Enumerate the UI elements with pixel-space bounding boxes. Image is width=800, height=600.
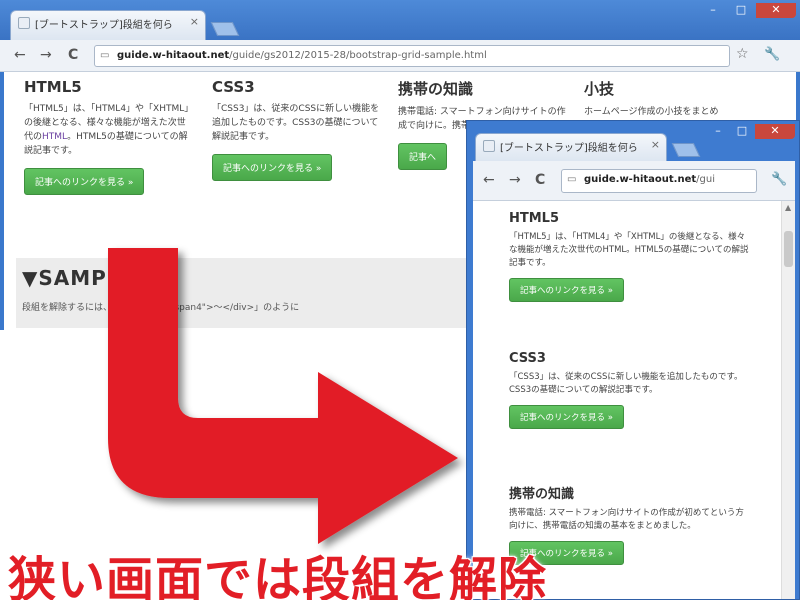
column-css3: CSS3 「CSS3」は、従来のCSSに新しい機能を追加したものです。CSS3の… (509, 351, 749, 429)
column-heading: 小技 (584, 80, 615, 98)
column-text: 「CSS3」は、従来のCSSに新しい機能を追加したものです。CSS3の基礎につい… (212, 104, 380, 142)
scroll-up-icon[interactable]: ▲ (785, 203, 791, 212)
back-arrow-icon[interactable]: ← (483, 172, 495, 188)
wide-tab-title: [ブートストラップ]段組を何ら (35, 20, 173, 31)
narrow-browser-window: [ブートストラップ]段組を何ら × – □ ✕ ← → C ▭ guide.w-… (466, 120, 800, 600)
sample-heading: ▼SAMPLE (22, 266, 136, 290)
column-heading: HTML5 (509, 211, 560, 226)
url-host: guide.w-hitaout.net (117, 50, 230, 61)
column-html5: HTML5 「HTML5」は、「HTML4」や「XHTML」の後継となる、様々な… (509, 211, 749, 302)
column-heading: HTML5 (24, 78, 82, 96)
forward-arrow-icon[interactable]: → (509, 172, 521, 188)
wide-toolbar: ← → C ▭ guide.w-hitaout.net/guide/gs2012… (0, 40, 800, 72)
narrow-toolbar: ← → C ▭ guide.w-hitaout.net/gui 🔧 (473, 161, 795, 201)
column-html5: HTML5 「HTML5」は、「HTML4」や「XHTML」の後継となる、様々な… (24, 78, 194, 195)
new-tab-button[interactable] (210, 22, 240, 36)
column-text: 携帯電話: スマートフォン向けサイトの作成が初めてという方向けに、携帯電話の知識… (509, 508, 744, 531)
narrow-address-bar[interactable]: ▭ guide.w-hitaout.net/gui (561, 169, 757, 193)
view-article-button[interactable]: 記事へのリンクを見る » (509, 278, 624, 302)
column-text: 「HTML5」は、「HTML4」や「XHTML」の後継となる、様々な機能が増えた… (24, 104, 194, 156)
caption-text: 狭い画面では段組を解除 (8, 552, 548, 600)
page-favicon-icon (483, 140, 495, 152)
view-article-button[interactable]: 記事へ (398, 143, 448, 170)
column-text: 「CSS3」は、従来のCSSに新しい機能を追加したものです。CSS3の基礎につい… (509, 372, 743, 395)
sample-description: 段組を解除するには、「<div class="span4">〜</div>」のよ… (22, 303, 300, 313)
page-icon: ▭ (567, 174, 577, 185)
html-link[interactable]: HTML (42, 132, 67, 142)
vertical-scrollbar[interactable]: ▲ (781, 201, 795, 599)
url-path: /gui (696, 174, 716, 185)
column-heading: 携帯の知識 (398, 80, 474, 98)
close-tab-icon[interactable]: × (651, 138, 660, 151)
view-article-button[interactable]: 記事へのリンクを見る » (509, 405, 624, 429)
view-article-button[interactable]: 記事へのリンクを見る » (212, 154, 333, 181)
maximize-button[interactable]: □ (729, 124, 755, 139)
close-window-button[interactable]: ✕ (755, 124, 795, 139)
narrow-tab-active[interactable]: [ブートストラップ]段組を何ら × (475, 133, 667, 161)
new-tab-button[interactable] (671, 143, 701, 157)
column-css3: CSS3 「CSS3」は、従来のCSSに新しい機能を追加したものです。CSS3の… (212, 78, 382, 181)
minimize-button[interactable]: – (705, 124, 731, 139)
column-heading: CSS3 (509, 351, 546, 366)
close-window-button[interactable]: ✕ (756, 3, 796, 18)
column-text: 「HTML5」は、「HTML4」や「XHTML」の後継となる、様々な機能が増えた… (509, 232, 749, 268)
column-heading: CSS3 (212, 78, 255, 96)
wide-tab-active[interactable]: [ブートストラップ]段組を何ら × (10, 10, 206, 40)
column-tips: 小技 ホームページ作成の小技をまとめ (584, 78, 754, 119)
wide-address-bar[interactable]: ▭ guide.w-hitaout.net/guide/gs2012/2015-… (94, 45, 730, 67)
minimize-button[interactable]: – (700, 3, 726, 18)
page-favicon-icon (18, 17, 30, 29)
narrow-tab-title: [ブートストラップ]段組を何ら (500, 143, 638, 154)
scrollbar-thumb[interactable] (784, 231, 793, 267)
close-tab-icon[interactable]: × (190, 15, 199, 28)
page-icon: ▭ (100, 50, 110, 61)
column-text: ホームページ作成の小技をまとめ (584, 107, 719, 117)
back-arrow-icon[interactable]: ← (14, 47, 26, 63)
reload-icon[interactable]: C (68, 47, 78, 63)
wrench-icon[interactable]: 🔧 (771, 172, 787, 187)
column-heading: 携帯の知識 (509, 487, 575, 502)
reload-icon[interactable]: C (535, 172, 545, 188)
url-host: guide.w-hitaout.net (584, 174, 697, 185)
forward-arrow-icon[interactable]: → (40, 47, 52, 63)
maximize-button[interactable]: □ (728, 3, 754, 18)
bookmark-star-icon[interactable]: ☆ (736, 46, 749, 62)
wide-titlebar: [ブートストラップ]段組を何ら × – □ ✕ (0, 0, 800, 40)
view-article-button[interactable]: 記事へのリンクを見る » (24, 168, 145, 195)
url-path: /guide/gs2012/2015-28/bootstrap-grid-sam… (229, 50, 487, 61)
wrench-icon[interactable]: 🔧 (764, 47, 780, 62)
